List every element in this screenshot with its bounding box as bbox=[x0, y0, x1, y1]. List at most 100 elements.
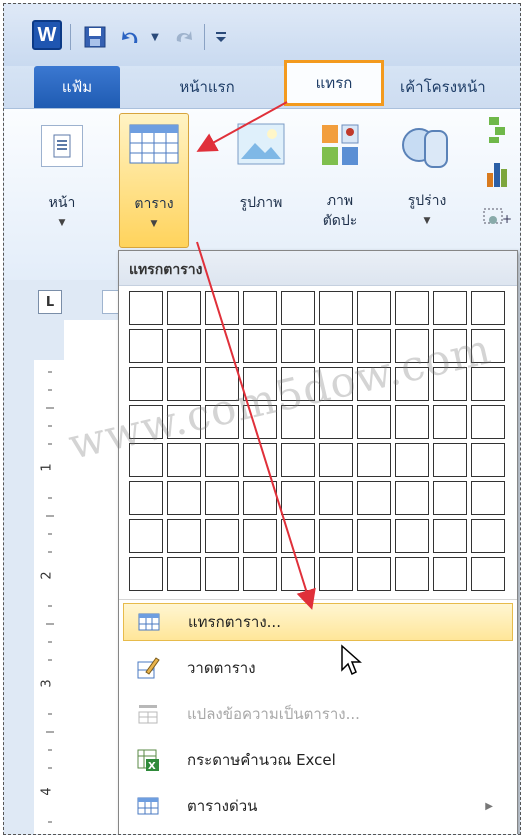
table-button[interactable]: ตาราง ▼ bbox=[119, 113, 189, 248]
clip-art-button[interactable]: ภาพ ตัดปะ bbox=[312, 117, 368, 247]
menu-item-excel-spreadsheet[interactable]: X กระดาษคำนวณ Excel bbox=[123, 741, 513, 779]
tab-stop-selector[interactable]: L bbox=[38, 290, 62, 314]
ruler-number: 2 bbox=[39, 571, 55, 580]
table-grid-cell[interactable] bbox=[471, 405, 505, 439]
table-grid-cell[interactable] bbox=[281, 291, 315, 325]
tab-page-layout[interactable]: เค้าโครงหน้า bbox=[400, 66, 520, 108]
screenshot-icon[interactable]: +▾ bbox=[482, 203, 518, 233]
table-grid-cell[interactable] bbox=[433, 481, 467, 515]
table-grid-cell[interactable] bbox=[319, 291, 353, 325]
table-grid-cell[interactable] bbox=[205, 329, 239, 363]
table-grid-cell[interactable] bbox=[167, 329, 201, 363]
table-grid-cell[interactable] bbox=[205, 291, 239, 325]
table-grid-cell[interactable] bbox=[205, 557, 239, 591]
menu-item-quick-tables[interactable]: ตารางด่วน ▶ bbox=[123, 787, 513, 825]
table-grid-cell[interactable] bbox=[243, 519, 277, 553]
table-grid-cell[interactable] bbox=[243, 557, 277, 591]
redo-icon[interactable] bbox=[168, 22, 198, 52]
table-grid-cell[interactable] bbox=[281, 443, 315, 477]
menu-header: แทรกตาราง bbox=[119, 251, 517, 286]
table-grid-cell[interactable] bbox=[471, 557, 505, 591]
tab-insert[interactable]: แทรก bbox=[284, 60, 384, 106]
menu-item-label: ตารางด่วน bbox=[187, 797, 258, 815]
table-grid-cell[interactable] bbox=[471, 443, 505, 477]
table-grid-cell[interactable] bbox=[319, 443, 353, 477]
tab-file[interactable]: แฟ้ม bbox=[34, 66, 120, 108]
table-grid-cell[interactable] bbox=[319, 557, 353, 591]
menu-item-insert-table[interactable]: แทรกตาราง... bbox=[123, 603, 513, 641]
table-icon bbox=[129, 124, 179, 164]
table-grid-cell[interactable] bbox=[281, 329, 315, 363]
table-grid-cell[interactable] bbox=[167, 481, 201, 515]
pages-button[interactable]: หน้า ▼ bbox=[34, 117, 90, 247]
table-grid-cell[interactable] bbox=[167, 443, 201, 477]
table-grid-cell[interactable] bbox=[281, 519, 315, 553]
chevron-down-icon: ▼ bbox=[150, 219, 158, 229]
table-grid-cell[interactable] bbox=[433, 291, 467, 325]
table-grid-cell[interactable] bbox=[205, 443, 239, 477]
table-grid-cell[interactable] bbox=[433, 443, 467, 477]
table-grid-cell[interactable] bbox=[243, 291, 277, 325]
svg-text:+▾: +▾ bbox=[502, 212, 512, 226]
table-grid-cell[interactable] bbox=[471, 519, 505, 553]
clip-art-label-1: ภาพ bbox=[326, 193, 354, 209]
table-grid-cell[interactable] bbox=[357, 405, 391, 439]
table-grid-cell[interactable] bbox=[129, 481, 163, 515]
table-grid-cell[interactable] bbox=[205, 481, 239, 515]
undo-icon[interactable] bbox=[116, 22, 146, 52]
document-page[interactable] bbox=[64, 320, 124, 834]
table-grid-cell[interactable] bbox=[319, 519, 353, 553]
table-grid-cell[interactable] bbox=[395, 291, 429, 325]
table-grid-cell[interactable] bbox=[433, 519, 467, 553]
table-grid-cell[interactable] bbox=[281, 557, 315, 591]
table-grid-cell[interactable] bbox=[167, 519, 201, 553]
menu-item-label: กระดาษคำนวณ Excel bbox=[187, 751, 336, 769]
table-grid-cell[interactable] bbox=[357, 519, 391, 553]
table-grid-cell[interactable] bbox=[471, 481, 505, 515]
table-grid-cell[interactable] bbox=[433, 557, 467, 591]
save-icon[interactable] bbox=[80, 22, 110, 52]
table-grid-cell[interactable] bbox=[395, 443, 429, 477]
table-grid-cell[interactable] bbox=[129, 291, 163, 325]
shapes-button[interactable]: รูปร่าง ▼ bbox=[392, 117, 462, 247]
vertical-ruler: 1 2 3 4 bbox=[34, 320, 65, 834]
table-grid-cell[interactable] bbox=[395, 481, 429, 515]
insert-table-icon bbox=[134, 609, 164, 635]
table-grid-cell[interactable] bbox=[357, 557, 391, 591]
table-grid-cell[interactable] bbox=[395, 519, 429, 553]
table-grid-cell[interactable] bbox=[471, 291, 505, 325]
menu-item-draw-table[interactable]: วาดตาราง bbox=[123, 649, 513, 687]
table-grid-cell[interactable] bbox=[281, 481, 315, 515]
chart-icon[interactable] bbox=[482, 159, 512, 195]
table-grid-cell[interactable] bbox=[243, 329, 277, 363]
table-grid-cell[interactable] bbox=[357, 291, 391, 325]
menu-item-convert-text[interactable]: แปลงข้อความเป็นตาราง... bbox=[123, 695, 513, 733]
table-grid-cell[interactable] bbox=[129, 329, 163, 363]
table-grid-cell[interactable] bbox=[167, 557, 201, 591]
word-logo-icon[interactable]: W bbox=[32, 20, 62, 50]
table-label: ตาราง bbox=[134, 196, 174, 212]
table-grid-cell[interactable] bbox=[205, 519, 239, 553]
quick-tables-icon bbox=[133, 793, 163, 819]
table-grid-cell[interactable] bbox=[167, 291, 201, 325]
menu-item-label: วาดตาราง bbox=[187, 659, 256, 677]
table-grid-cell[interactable] bbox=[129, 557, 163, 591]
customize-toolbar-icon[interactable] bbox=[210, 22, 232, 52]
table-grid-cell[interactable] bbox=[129, 519, 163, 553]
table-grid-cell[interactable] bbox=[395, 557, 429, 591]
table-grid-cell[interactable] bbox=[319, 481, 353, 515]
tab-home[interactable]: หน้าแรก bbox=[152, 66, 262, 108]
undo-dropdown-icon[interactable]: ▼ bbox=[148, 22, 162, 52]
table-grid-cell[interactable] bbox=[243, 481, 277, 515]
table-grid-cell[interactable] bbox=[395, 405, 429, 439]
smartart-icon[interactable] bbox=[482, 115, 512, 151]
shapes-icon bbox=[401, 123, 453, 173]
divider bbox=[70, 24, 71, 50]
table-grid-cell[interactable] bbox=[433, 405, 467, 439]
table-grid-cell[interactable] bbox=[243, 443, 277, 477]
table-grid-cell[interactable] bbox=[129, 367, 163, 401]
chevron-down-icon: ▼ bbox=[423, 216, 431, 226]
table-grid-cell[interactable] bbox=[357, 443, 391, 477]
table-grid-cell[interactable] bbox=[357, 481, 391, 515]
picture-button[interactable]: รูปภาพ bbox=[226, 117, 296, 247]
